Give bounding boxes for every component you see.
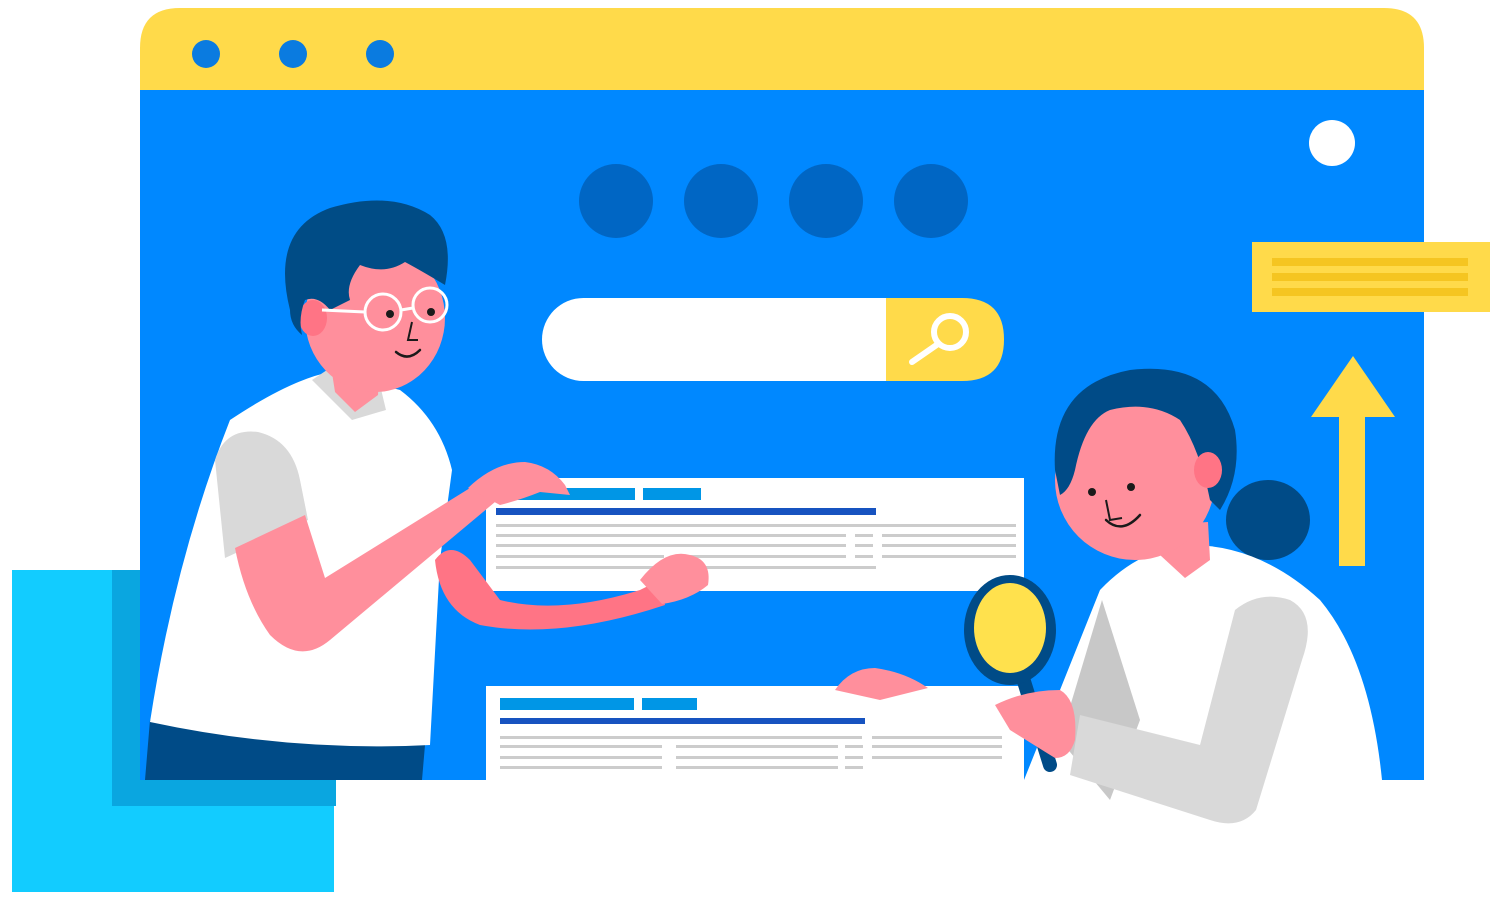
window-dot-icon[interactable] (366, 40, 394, 68)
search-bar (542, 298, 1004, 381)
window-dot-icon[interactable] (279, 40, 307, 68)
nav-dot[interactable] (684, 164, 758, 238)
result-title[interactable] (496, 508, 876, 515)
nav-dot[interactable] (789, 164, 863, 238)
profile-dot-icon[interactable] (1309, 120, 1355, 166)
search-button[interactable] (886, 298, 1004, 381)
yellow-note (1252, 242, 1490, 312)
nav-dot[interactable] (579, 164, 653, 238)
window-title-bar (140, 8, 1424, 92)
result-tag (643, 488, 701, 500)
window-dot-icon[interactable] (192, 40, 220, 68)
illustration (12, 8, 1490, 892)
result-url (500, 698, 634, 710)
search-result-card[interactable] (486, 478, 1024, 591)
result-tag (642, 698, 697, 710)
nav-dot[interactable] (894, 164, 968, 238)
search-result-card[interactable] (486, 686, 1024, 786)
result-title[interactable] (500, 718, 865, 724)
